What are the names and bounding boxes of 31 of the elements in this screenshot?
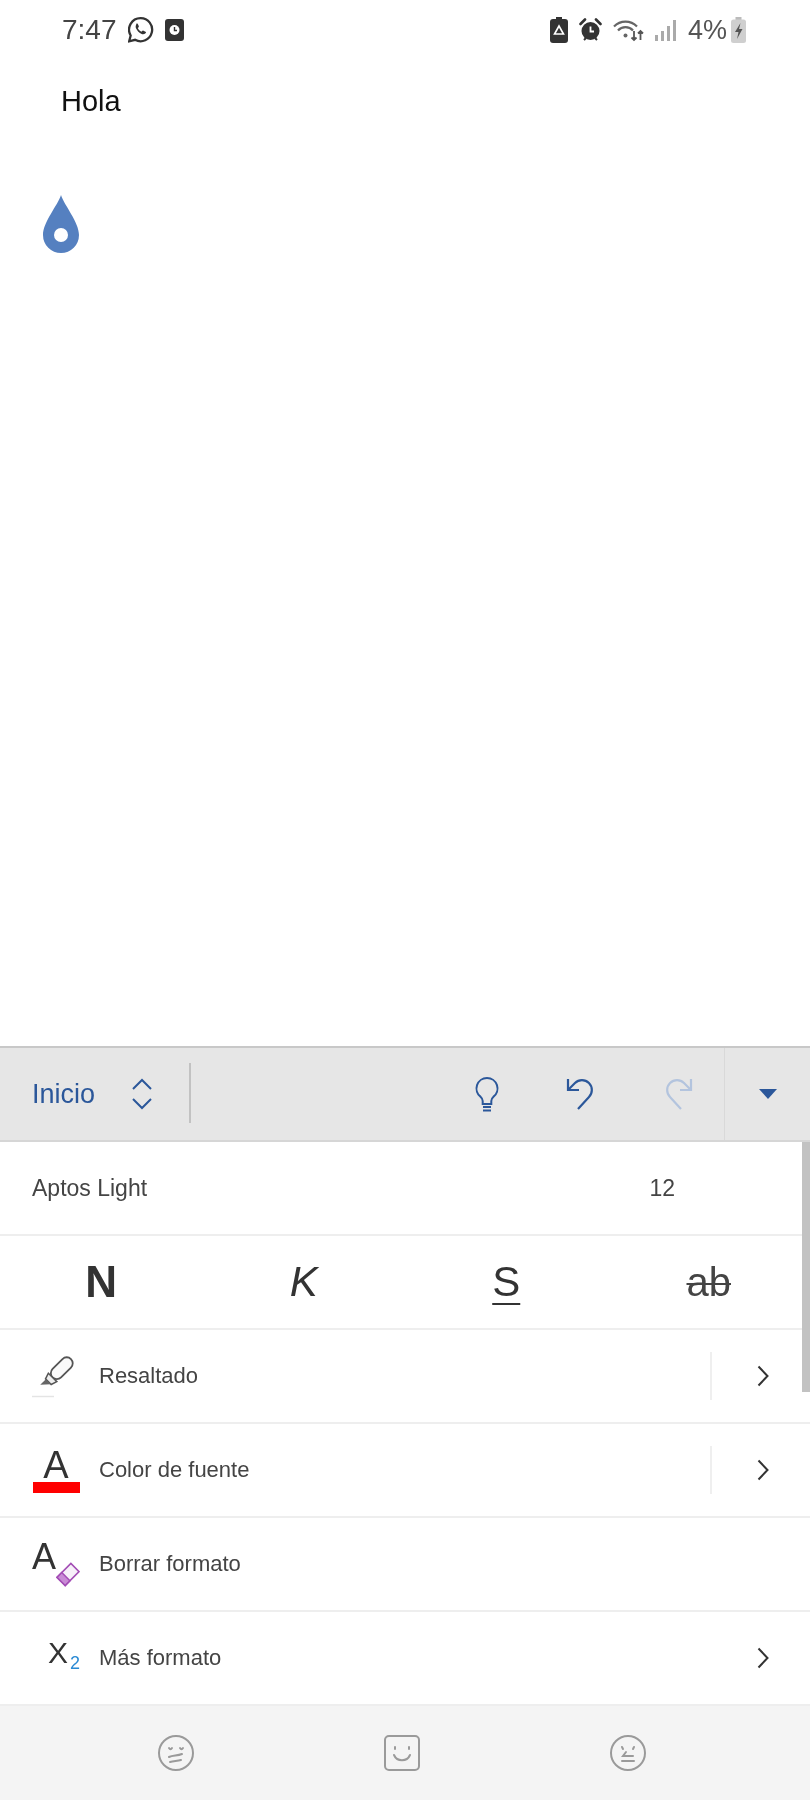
font-name-field[interactable]: Aptos Light bbox=[32, 1173, 148, 1203]
chevron-right-icon bbox=[757, 1459, 769, 1481]
status-time: 7:47 bbox=[62, 14, 117, 46]
underline-button[interactable]: S bbox=[480, 1252, 533, 1312]
square-clock-icon bbox=[164, 19, 184, 41]
chevron-right-icon bbox=[757, 1647, 769, 1669]
menu-item[interactable]: A Borrar formato bbox=[0, 1518, 810, 1610]
menu-item[interactable]: A Color de fuente bbox=[0, 1424, 710, 1516]
italic-button[interactable]: K bbox=[277, 1252, 330, 1312]
battery-percent: 4% bbox=[687, 14, 727, 46]
strikethrough-button[interactable]: ab bbox=[674, 1252, 743, 1312]
face-icon[interactable] bbox=[609, 1734, 647, 1772]
font-size-field[interactable]: 12 bbox=[649, 1173, 675, 1203]
bold-button[interactable]: N bbox=[73, 1252, 130, 1312]
chat-phone-icon bbox=[127, 17, 154, 43]
wifi-icon bbox=[612, 18, 644, 42]
alarm-clock-icon bbox=[578, 18, 602, 42]
signal-icon bbox=[654, 19, 677, 41]
battery-charging-icon bbox=[731, 17, 746, 43]
document-text: Hola bbox=[61, 84, 122, 119]
caret-down-icon bbox=[758, 1089, 777, 1099]
smiling-face-icon[interactable] bbox=[383, 1734, 421, 1772]
face-icon[interactable] bbox=[157, 1734, 195, 1772]
menu-item[interactable]: Resaltado bbox=[0, 1330, 710, 1422]
subscript-icon: X$_{2}$ bbox=[47, 1632, 80, 1684]
droplet-icon[interactable] bbox=[43, 195, 79, 253]
icon-letter: A bbox=[32, 1539, 56, 1575]
eraser-icon bbox=[56, 1562, 80, 1587]
menu-item[interactable]: X$_{2}$ Más formato bbox=[0, 1612, 810, 1704]
chevron-up-down-icon bbox=[131, 1077, 154, 1111]
chevron-right-icon bbox=[757, 1365, 769, 1387]
